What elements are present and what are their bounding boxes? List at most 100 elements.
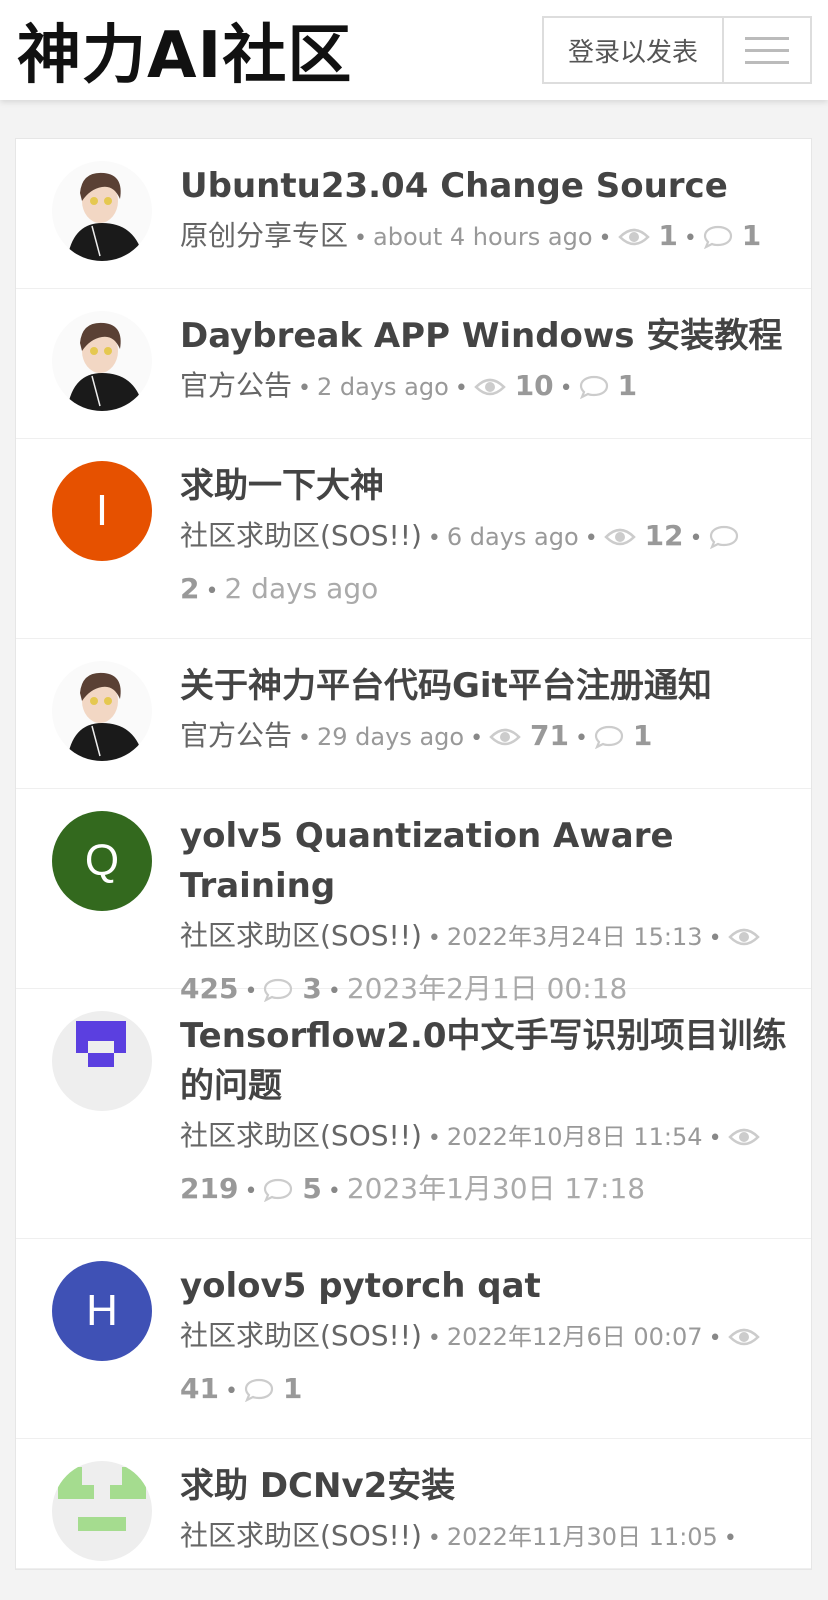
separator: • [708,1126,722,1151]
login-to-post-button[interactable]: 登录以发表 [542,16,724,84]
post-time: 2022年11月30日 11:05 [446,1523,718,1551]
topic-title[interactable]: 求助 DCNv2安装 [180,1461,791,1511]
category-link[interactable]: 社区求助区(SOS!!) [180,519,422,552]
separator: • [427,1126,441,1151]
menu-icon-bar [745,48,789,52]
view-count: 219 [180,1172,239,1205]
category-link[interactable]: 社区求助区(SOS!!) [180,1319,422,1352]
post-time: 29 days ago [317,723,465,751]
topic-row[interactable]: 关于神力平台代码Git平台注册通知 官方公告 • 29 days ago • 71 • 1 [16,639,811,789]
topic-title[interactable]: 关于神力平台代码Git平台注册通知 [180,661,791,711]
header-actions: 登录以发表 [542,16,812,84]
topic-meta: 官方公告 • 29 days ago • 71 • 1 [180,711,791,764]
post-time: 6 days ago [446,523,579,551]
post-time: 2022年3月24日 15:13 [446,923,703,951]
topic-row[interactable]: 求助 DCNv2安装 社区求助区(SOS!!) • 2022年11月30日 11:05… [16,1439,811,1569]
topic-row[interactable]: I 求助一下大神 社区求助区(SOS!!) • 6 days ago • 12 • 2 • 2 … [16,439,811,639]
avatar[interactable] [52,661,152,761]
topic-title[interactable]: Daybreak APP Windows 安装教程 [180,311,791,361]
category-link[interactable]: 官方公告 [180,369,292,402]
post-time: about 4 hours ago [373,223,593,251]
menu-icon-bar [745,60,789,64]
topic-title[interactable]: yolv5 Quantization Aware Training [180,811,791,911]
separator: • [427,1526,441,1551]
separator: • [598,226,612,251]
separator: • [298,376,311,401]
avatar[interactable] [52,1461,152,1561]
topic-meta: 社区求助区(SOS!!) • 2022年11月30日 11:05 • [180,1511,791,1564]
separator: • [708,926,722,951]
avatar[interactable] [52,311,152,411]
topic-meta: 社区求助区(SOS!!) • 2022年12月6日 00:07 • 41 • 1 [180,1311,791,1417]
hamburger-menu-button[interactable] [724,16,812,84]
separator: • [723,1526,737,1551]
avatar[interactable] [52,1011,152,1111]
last-reply-time: 2 days ago [224,572,379,605]
eye-icon [727,1119,760,1152]
last-reply-time: 2023年1月30日 17:18 [346,1172,646,1205]
avatar[interactable]: Q [52,811,152,911]
reply-count: 5 [302,1172,322,1205]
topic-meta: 社区求助区(SOS!!) • 6 days ago • 12 • 2 • 2 days ag… [180,511,791,617]
view-count: 10 [514,369,554,402]
reply-count: 2 [180,572,200,605]
topic-row[interactable]: Tensorflow2.0中文手写识别项目训练的问题 社区求助区(SOS!!) • 2… [16,989,811,1239]
separator: • [708,1326,722,1351]
separator: • [574,726,588,751]
topic-meta: 原创分享专区 • about 4 hours ago • 1 • 1 [180,211,791,264]
comment-icon [579,369,609,402]
post-time: 2 days ago [317,373,449,401]
avatar[interactable] [52,161,152,261]
topic-row[interactable]: Daybreak APP Windows 安装教程 官方公告 • 2 days ago… [16,289,811,439]
category-link[interactable]: 社区求助区(SOS!!) [180,1119,422,1152]
separator: • [327,1179,341,1204]
separator: • [354,226,367,251]
top-header: 神力AI社区 登录以发表 [0,0,828,100]
menu-icon-bar [745,36,789,40]
topic-row[interactable]: Qyolv5 Quantization Aware Training 社区求助区(… [16,789,811,1005]
separator: • [224,1379,238,1404]
avatar[interactable]: H [52,1261,152,1361]
comment-icon [244,1372,274,1405]
post-time: 2022年10月8日 11:54 [446,1123,703,1151]
topic-title[interactable]: Ubuntu23.04 Change Source [180,161,791,211]
topic-list: Ubuntu23.04 Change Source 原创分享专区 • about 4 … [15,138,812,1570]
comment-icon [709,519,739,552]
topic-title[interactable]: Tensorflow2.0中文手写识别项目训练的问题 [180,1011,791,1111]
topic-meta: 官方公告 • 2 days ago • 10 • 1 [180,361,791,414]
topic-title[interactable]: 求助一下大神 [180,461,791,511]
comment-icon [703,219,733,252]
eye-icon [727,1319,760,1352]
view-count: 41 [180,1372,219,1405]
category-link[interactable]: 社区求助区(SOS!!) [180,919,422,952]
separator: • [454,376,468,401]
eye-icon [603,519,636,552]
eye-icon [474,369,506,402]
separator: • [205,579,219,604]
separator: • [427,1326,441,1351]
separator: • [683,226,697,251]
avatar[interactable]: I [52,461,152,561]
view-count: 1 [658,219,678,252]
separator: • [427,926,441,951]
separator: • [244,1179,258,1204]
separator: • [470,726,484,751]
comment-icon [263,1172,293,1205]
topic-meta: 社区求助区(SOS!!) • 2022年10月8日 11:54 • 219 • 5 • 20… [180,1111,791,1217]
separator: • [689,526,703,551]
eye-icon [617,219,650,252]
category-link[interactable]: 官方公告 [180,719,292,752]
separator: • [584,526,598,551]
view-count: 71 [529,719,569,752]
reply-count: 1 [741,219,762,252]
reply-count: 1 [632,719,653,752]
category-link[interactable]: 社区求助区(SOS!!) [180,1519,422,1552]
category-link[interactable]: 原创分享专区 [180,219,348,252]
post-time: 2022年12月6日 00:07 [446,1323,703,1351]
site-title[interactable]: 神力AI社区 [17,4,352,96]
topic-title[interactable]: yolov5 pytorch qat [180,1261,791,1311]
topic-row[interactable]: Hyolov5 pytorch qat 社区求助区(SOS!!) • 2022年12月… [16,1239,811,1439]
topic-row[interactable]: Ubuntu23.04 Change Source 原创分享专区 • about 4 … [16,139,811,289]
view-count: 12 [644,519,684,552]
reply-count: 1 [617,369,638,402]
